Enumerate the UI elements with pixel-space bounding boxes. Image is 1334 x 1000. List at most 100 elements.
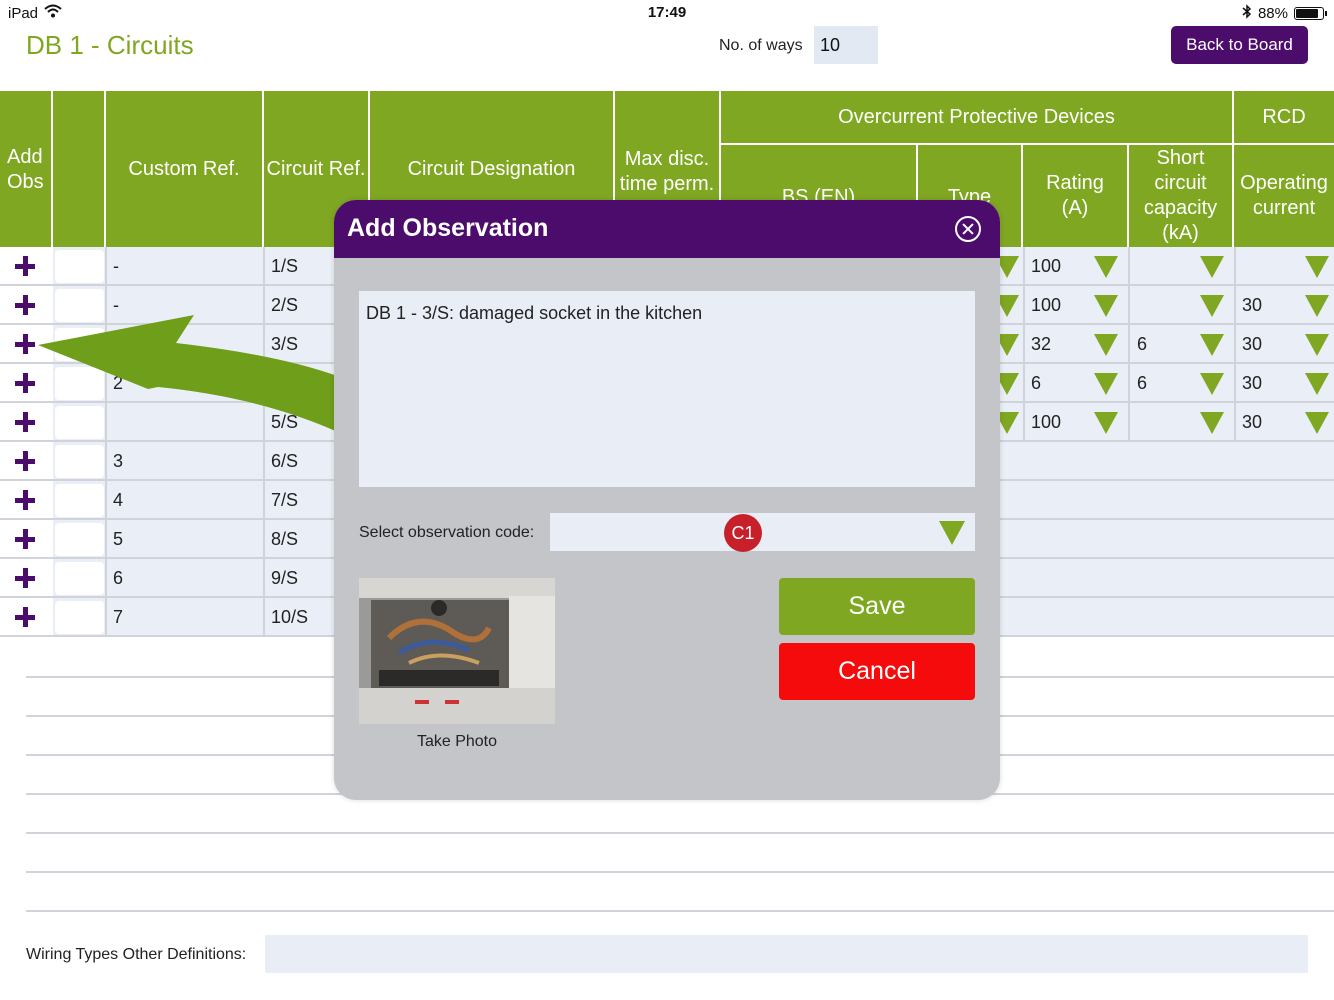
dropdown-triangle-icon[interactable] xyxy=(1200,295,1224,317)
close-icon[interactable] xyxy=(955,216,981,242)
photo-thumbnail[interactable] xyxy=(359,578,555,724)
wiring-types-label: Wiring Types Other Definitions: xyxy=(26,946,247,963)
short-circuit-cell[interactable]: 6 xyxy=(1137,334,1147,355)
column-separator xyxy=(105,481,107,518)
add-obs-plus-icon[interactable] xyxy=(14,450,36,472)
dropdown-triangle-icon[interactable] xyxy=(1305,256,1329,278)
column-separator xyxy=(1023,325,1025,362)
header-rating: Rating (A) xyxy=(1023,145,1129,247)
observation-textarea[interactable]: DB 1 - 3/S: damaged socket in the kitche… xyxy=(359,291,975,487)
take-photo-label[interactable]: Take Photo xyxy=(359,733,555,751)
column-separator xyxy=(263,442,265,479)
ways-label: No. of ways xyxy=(719,37,803,54)
dropdown-triangle-icon[interactable] xyxy=(1200,373,1224,395)
operating-current-cell[interactable]: 30 xyxy=(1242,373,1262,394)
empty-row-line xyxy=(26,910,1334,912)
add-obs-plus-icon[interactable] xyxy=(14,567,36,589)
dropdown-triangle-icon[interactable] xyxy=(1094,256,1118,278)
header-custom-ref: Custom Ref. xyxy=(106,91,264,247)
add-obs-plus-icon[interactable] xyxy=(14,606,36,628)
dropdown-triangle-icon[interactable] xyxy=(1200,256,1224,278)
column-separator xyxy=(1128,403,1130,440)
operating-current-cell[interactable]: 30 xyxy=(1242,295,1262,316)
dropdown-triangle-icon[interactable] xyxy=(1094,295,1118,317)
dropdown-triangle-icon[interactable] xyxy=(1200,334,1224,356)
rating-cell[interactable]: 100 xyxy=(1031,256,1061,277)
dropdown-triangle-icon[interactable] xyxy=(1200,412,1224,434)
column-separator xyxy=(263,559,265,596)
clock: 17:49 xyxy=(647,4,687,21)
row-select-box[interactable] xyxy=(55,484,104,517)
operating-current-cell[interactable]: 30 xyxy=(1242,334,1262,355)
column-separator xyxy=(263,481,265,518)
battery-percent: 88% xyxy=(1257,5,1288,22)
column-separator xyxy=(1023,247,1025,284)
ways-input[interactable]: 10 xyxy=(814,26,878,64)
dropdown-triangle-icon[interactable] xyxy=(1305,412,1329,434)
circuit-ref-cell[interactable]: 1/S xyxy=(271,256,298,277)
header-add-obs: Add Obs xyxy=(0,91,53,247)
save-button[interactable]: Save xyxy=(779,578,975,635)
add-obs-plus-icon[interactable] xyxy=(14,255,36,277)
add-obs-plus-icon[interactable] xyxy=(14,489,36,511)
row-select-box[interactable] xyxy=(55,523,104,556)
column-separator xyxy=(105,442,107,479)
empty-row-line xyxy=(26,832,1334,834)
custom-ref-cell[interactable]: 7 xyxy=(113,607,123,628)
column-separator xyxy=(1234,325,1236,362)
column-separator xyxy=(1234,247,1236,284)
column-separator xyxy=(1128,286,1130,323)
dropdown-triangle-icon[interactable] xyxy=(1094,412,1118,434)
column-separator xyxy=(1023,364,1025,401)
custom-ref-cell[interactable]: 5 xyxy=(113,529,123,550)
dropdown-triangle-icon[interactable] xyxy=(1094,334,1118,356)
dropdown-triangle-icon[interactable] xyxy=(1305,334,1329,356)
cancel-button[interactable]: Cancel xyxy=(779,643,975,700)
modal-header: Add Observation xyxy=(334,200,1000,258)
custom-ref-cell[interactable]: 3 xyxy=(113,451,123,472)
header-ocpd-group: Overcurrent Protective Devices xyxy=(721,91,1234,143)
row-select-box[interactable] xyxy=(55,562,104,595)
column-separator xyxy=(1128,325,1130,362)
circuit-ref-cell[interactable]: 6/S xyxy=(271,451,298,472)
custom-ref-cell[interactable]: - xyxy=(113,256,119,277)
column-separator xyxy=(263,247,265,284)
wiring-types-input[interactable] xyxy=(265,935,1308,973)
row-select-box[interactable] xyxy=(55,250,104,283)
rating-cell[interactable]: 32 xyxy=(1031,334,1051,355)
custom-ref-cell[interactable]: 6 xyxy=(113,568,123,589)
circuit-ref-cell[interactable]: 9/S xyxy=(271,568,298,589)
add-obs-plus-icon[interactable] xyxy=(14,528,36,550)
dropdown-triangle-icon[interactable] xyxy=(1305,373,1329,395)
header-operating-current: Operating current xyxy=(1240,172,1328,219)
column-separator xyxy=(105,247,107,284)
dropdown-triangle-icon xyxy=(939,521,965,545)
rating-cell[interactable]: 100 xyxy=(1031,412,1061,433)
code-badge: C1 xyxy=(724,514,762,552)
header-short-circuit: Short circuit capacity (kA) xyxy=(1129,145,1234,247)
operating-current-cell[interactable]: 30 xyxy=(1242,412,1262,433)
custom-ref-cell[interactable]: 4 xyxy=(113,490,123,511)
dropdown-triangle-icon[interactable] xyxy=(1094,373,1118,395)
short-circuit-cell[interactable]: 6 xyxy=(1137,373,1147,394)
dropdown-triangle-icon[interactable] xyxy=(1305,295,1329,317)
observation-code-select[interactable]: C1 xyxy=(550,513,975,552)
column-separator xyxy=(1234,286,1236,323)
column-separator xyxy=(1023,403,1025,440)
circuit-ref-cell[interactable]: 8/S xyxy=(271,529,298,550)
bluetooth-icon xyxy=(1242,4,1252,23)
row-select-box[interactable] xyxy=(55,601,104,634)
add-observation-modal: Add Observation DB 1 - 3/S: damaged sock… xyxy=(334,200,1000,800)
column-separator xyxy=(1234,403,1236,440)
observation-code-label: Select observation code: xyxy=(359,524,535,541)
rating-cell[interactable]: 100 xyxy=(1031,295,1061,316)
rating-cell[interactable]: 6 xyxy=(1031,373,1041,394)
empty-row-line xyxy=(26,871,1334,873)
back-to-board-button[interactable]: Back to Board xyxy=(1171,26,1308,64)
page-title: DB 1 - Circuits xyxy=(26,30,194,60)
column-separator xyxy=(105,559,107,596)
row-select-box[interactable] xyxy=(55,445,104,478)
circuit-ref-cell[interactable]: 7/S xyxy=(271,490,298,511)
column-separator xyxy=(105,520,107,557)
circuit-ref-cell[interactable]: 10/S xyxy=(271,607,308,628)
